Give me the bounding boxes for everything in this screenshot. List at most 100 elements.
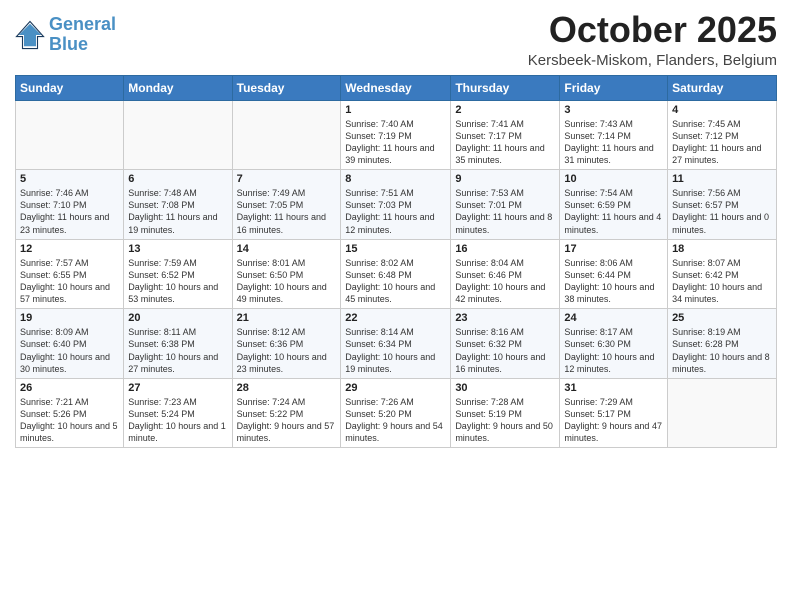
calendar-cell bbox=[232, 100, 341, 170]
calendar-cell: 18 Sunrise: 8:07 AM Sunset: 6:42 PM Dayli… bbox=[668, 239, 777, 309]
week-row-4: 19 Sunrise: 8:09 AM Sunset: 6:40 PM Dayli… bbox=[16, 309, 777, 379]
cell-content: Sunrise: 8:14 AM Sunset: 6:34 PM Dayligh… bbox=[345, 326, 446, 375]
calendar-table: SundayMondayTuesdayWednesdayThursdayFrid… bbox=[15, 75, 777, 449]
day-header-sunday: Sunday bbox=[16, 75, 124, 100]
header-row: SundayMondayTuesdayWednesdayThursdayFrid… bbox=[16, 75, 777, 100]
cell-content: Sunrise: 8:11 AM Sunset: 6:38 PM Dayligh… bbox=[128, 326, 227, 375]
day-number: 25 bbox=[672, 312, 772, 324]
cell-content: Sunrise: 7:21 AM Sunset: 5:26 PM Dayligh… bbox=[20, 396, 119, 445]
calendar-cell bbox=[124, 100, 232, 170]
cell-content: Sunrise: 8:07 AM Sunset: 6:42 PM Dayligh… bbox=[672, 257, 772, 306]
cell-content: Sunrise: 8:02 AM Sunset: 6:48 PM Dayligh… bbox=[345, 257, 446, 306]
day-number: 4 bbox=[672, 104, 772, 116]
cell-content: Sunrise: 7:46 AM Sunset: 7:10 PM Dayligh… bbox=[20, 187, 119, 236]
calendar-cell: 1Sunrise: 7:40 AM Sunset: 7:19 PM Daylig… bbox=[341, 100, 451, 170]
calendar-cell: 23 Sunrise: 8:16 AM Sunset: 6:32 PM Dayli… bbox=[451, 309, 560, 379]
cell-content: Sunrise: 7:57 AM Sunset: 6:55 PM Dayligh… bbox=[20, 257, 119, 306]
calendar-cell: 14Sunrise: 8:01 AM Sunset: 6:50 PM Dayli… bbox=[232, 239, 341, 309]
cell-content: Sunrise: 7:28 AM Sunset: 5:19 PM Dayligh… bbox=[455, 396, 555, 445]
cell-content: Sunrise: 7:54 AM Sunset: 6:59 PM Dayligh… bbox=[564, 187, 663, 236]
day-number: 13 bbox=[128, 243, 227, 255]
calendar-body: 1Sunrise: 7:40 AM Sunset: 7:19 PM Daylig… bbox=[16, 100, 777, 448]
calendar-cell: 30 Sunrise: 7:28 AM Sunset: 5:19 PM Dayli… bbox=[451, 378, 560, 448]
calendar-cell: 27 Sunrise: 7:23 AM Sunset: 5:24 PM Dayli… bbox=[124, 378, 232, 448]
cell-content: Sunrise: 7:29 AM Sunset: 5:17 PM Dayligh… bbox=[564, 396, 663, 445]
cell-content: Sunrise: 7:49 AM Sunset: 7:05 PM Dayligh… bbox=[237, 187, 337, 236]
calendar-cell: 28 Sunrise: 7:24 AM Sunset: 5:22 PM Dayli… bbox=[232, 378, 341, 448]
day-number: 22 bbox=[345, 312, 446, 324]
calendar-cell: 16 Sunrise: 8:04 AM Sunset: 6:46 PM Dayli… bbox=[451, 239, 560, 309]
day-header-thursday: Thursday bbox=[451, 75, 560, 100]
day-number: 12 bbox=[20, 243, 119, 255]
day-number: 19 bbox=[20, 312, 119, 324]
calendar-cell: 20Sunrise: 8:11 AM Sunset: 6:38 PM Dayli… bbox=[124, 309, 232, 379]
logo-general: General bbox=[49, 14, 116, 34]
day-number: 31 bbox=[564, 382, 663, 394]
header: General Blue October 2025 Kersbeek-Misko… bbox=[15, 10, 777, 69]
month-title: October 2025 bbox=[528, 10, 777, 50]
day-number: 23 bbox=[455, 312, 555, 324]
cell-content: Sunrise: 7:41 AM Sunset: 7:17 PM Dayligh… bbox=[455, 118, 555, 167]
calendar-cell: 11Sunrise: 7:56 AM Sunset: 6:57 PM Dayli… bbox=[668, 170, 777, 240]
cell-content: Sunrise: 7:51 AM Sunset: 7:03 PM Dayligh… bbox=[345, 187, 446, 236]
calendar-cell: 25 Sunrise: 8:19 AM Sunset: 6:28 PM Dayli… bbox=[668, 309, 777, 379]
day-number: 18 bbox=[672, 243, 772, 255]
day-number: 15 bbox=[345, 243, 446, 255]
title-block: October 2025 Kersbeek-Miskom, Flanders, … bbox=[528, 10, 777, 69]
calendar-cell: 26 Sunrise: 7:21 AM Sunset: 5:26 PM Dayli… bbox=[16, 378, 124, 448]
logo-blue: Blue bbox=[49, 34, 88, 54]
cell-content: Sunrise: 7:56 AM Sunset: 6:57 PM Dayligh… bbox=[672, 187, 772, 236]
calendar-header: SundayMondayTuesdayWednesdayThursdayFrid… bbox=[16, 75, 777, 100]
logo-icon bbox=[15, 20, 45, 50]
day-header-friday: Friday bbox=[560, 75, 668, 100]
day-number: 24 bbox=[564, 312, 663, 324]
day-number: 6 bbox=[128, 173, 227, 185]
cell-content: Sunrise: 7:48 AM Sunset: 7:08 PM Dayligh… bbox=[128, 187, 227, 236]
day-header-tuesday: Tuesday bbox=[232, 75, 341, 100]
calendar-cell: 31 Sunrise: 7:29 AM Sunset: 5:17 PM Dayli… bbox=[560, 378, 668, 448]
cell-content: Sunrise: 8:09 AM Sunset: 6:40 PM Dayligh… bbox=[20, 326, 119, 375]
day-number: 28 bbox=[237, 382, 337, 394]
week-row-2: 5 Sunrise: 7:46 AM Sunset: 7:10 PM Daylig… bbox=[16, 170, 777, 240]
day-number: 27 bbox=[128, 382, 227, 394]
cell-content: Sunrise: 7:26 AM Sunset: 5:20 PM Dayligh… bbox=[345, 396, 446, 445]
cell-content: Sunrise: 7:45 AM Sunset: 7:12 PM Dayligh… bbox=[672, 118, 772, 167]
week-row-3: 12 Sunrise: 7:57 AM Sunset: 6:55 PM Dayli… bbox=[16, 239, 777, 309]
main-container: General Blue October 2025 Kersbeek-Misko… bbox=[0, 0, 792, 458]
calendar-cell: 9Sunrise: 7:53 AM Sunset: 7:01 PM Daylig… bbox=[451, 170, 560, 240]
day-number: 26 bbox=[20, 382, 119, 394]
day-header-monday: Monday bbox=[124, 75, 232, 100]
cell-content: Sunrise: 8:06 AM Sunset: 6:44 PM Dayligh… bbox=[564, 257, 663, 306]
day-number: 17 bbox=[564, 243, 663, 255]
day-number: 10 bbox=[564, 173, 663, 185]
logo: General Blue bbox=[15, 15, 116, 55]
cell-content: Sunrise: 7:59 AM Sunset: 6:52 PM Dayligh… bbox=[128, 257, 227, 306]
calendar-cell bbox=[668, 378, 777, 448]
day-number: 3 bbox=[564, 104, 663, 116]
calendar-cell: 13 Sunrise: 7:59 AM Sunset: 6:52 PM Dayli… bbox=[124, 239, 232, 309]
calendar-cell bbox=[16, 100, 124, 170]
cell-content: Sunrise: 8:01 AM Sunset: 6:50 PM Dayligh… bbox=[237, 257, 337, 306]
day-number: 1 bbox=[345, 104, 446, 116]
cell-content: Sunrise: 7:23 AM Sunset: 5:24 PM Dayligh… bbox=[128, 396, 227, 445]
calendar-cell: 7Sunrise: 7:49 AM Sunset: 7:05 PM Daylig… bbox=[232, 170, 341, 240]
calendar-cell: 5 Sunrise: 7:46 AM Sunset: 7:10 PM Daylig… bbox=[16, 170, 124, 240]
calendar-cell: 19 Sunrise: 8:09 AM Sunset: 6:40 PM Dayli… bbox=[16, 309, 124, 379]
day-number: 21 bbox=[237, 312, 337, 324]
calendar-cell: 17 Sunrise: 8:06 AM Sunset: 6:44 PM Dayli… bbox=[560, 239, 668, 309]
cell-content: Sunrise: 8:19 AM Sunset: 6:28 PM Dayligh… bbox=[672, 326, 772, 375]
cell-content: Sunrise: 7:43 AM Sunset: 7:14 PM Dayligh… bbox=[564, 118, 663, 167]
calendar-cell: 4 Sunrise: 7:45 AM Sunset: 7:12 PM Daylig… bbox=[668, 100, 777, 170]
day-number: 29 bbox=[345, 382, 446, 394]
calendar-cell: 29 Sunrise: 7:26 AM Sunset: 5:20 PM Dayli… bbox=[341, 378, 451, 448]
cell-content: Sunrise: 8:04 AM Sunset: 6:46 PM Dayligh… bbox=[455, 257, 555, 306]
day-number: 30 bbox=[455, 382, 555, 394]
cell-content: Sunrise: 7:24 AM Sunset: 5:22 PM Dayligh… bbox=[237, 396, 337, 445]
day-number: 16 bbox=[455, 243, 555, 255]
calendar-cell: 15 Sunrise: 8:02 AM Sunset: 6:48 PM Dayli… bbox=[341, 239, 451, 309]
day-header-wednesday: Wednesday bbox=[341, 75, 451, 100]
day-number: 5 bbox=[20, 173, 119, 185]
day-number: 2 bbox=[455, 104, 555, 116]
cell-content: Sunrise: 8:16 AM Sunset: 6:32 PM Dayligh… bbox=[455, 326, 555, 375]
day-number: 9 bbox=[455, 173, 555, 185]
